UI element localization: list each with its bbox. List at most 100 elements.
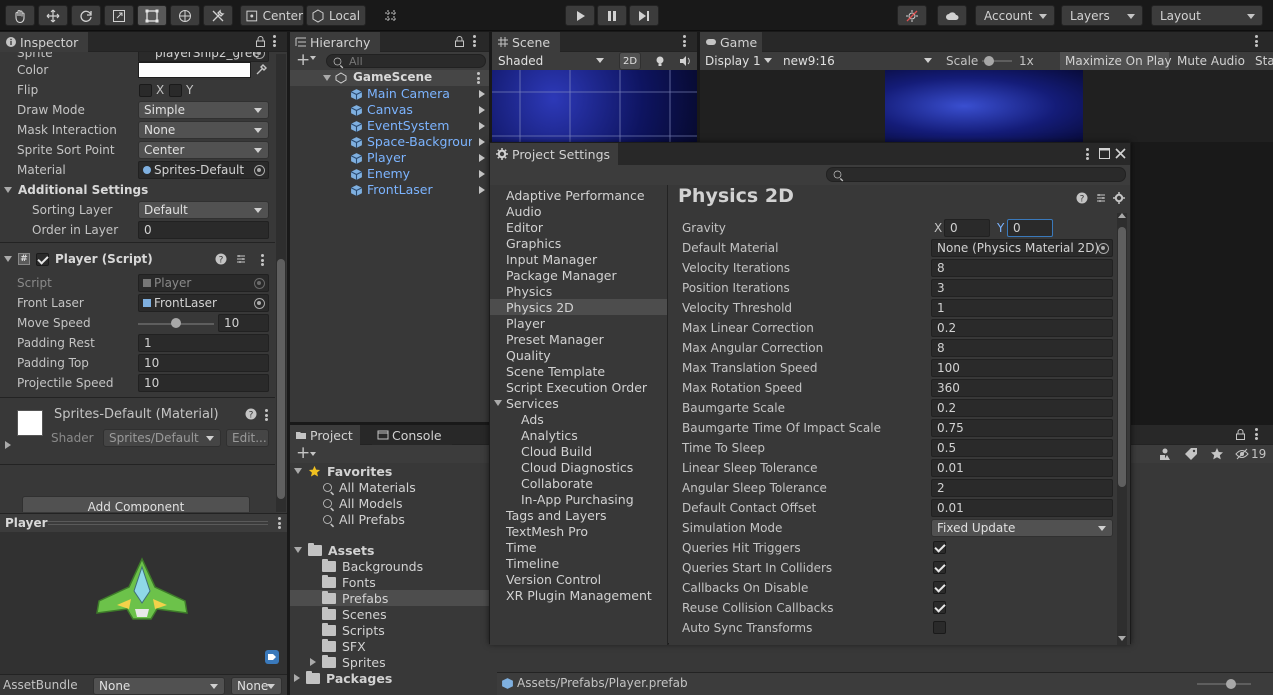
scroll-up-icon[interactable]	[1118, 213, 1126, 218]
object-picker-icon[interactable]	[1098, 243, 1109, 254]
more-menu-icon[interactable]	[472, 35, 476, 47]
tab-inspector[interactable]: Inspector	[0, 32, 88, 52]
folder-item[interactable]: Fonts	[290, 574, 495, 590]
label-tag-icon[interactable]	[265, 650, 279, 664]
more-menu-icon[interactable]	[682, 35, 686, 47]
hierarchy-item[interactable]: Enemy	[290, 166, 489, 182]
hierarchy-item[interactable]: Main Camera	[290, 86, 489, 102]
additional-settings-foldout[interactable]: Additional Settings	[4, 180, 148, 200]
mask-dropdown[interactable]: None	[138, 121, 269, 139]
help-icon[interactable]: ?	[245, 408, 257, 420]
draw-mode-dropdown[interactable]: Simple	[138, 101, 269, 119]
game-view[interactable]	[700, 70, 1273, 142]
cloud-icon[interactable]	[937, 5, 967, 26]
favorite-item[interactable]: All Materials	[322, 479, 416, 495]
script-enabled-checkbox[interactable]	[36, 252, 49, 266]
settings-category-item[interactable]: Timeline	[490, 555, 667, 571]
physics-property-field[interactable]: 0.5	[931, 439, 1113, 457]
sim-mode-dropdown[interactable]: Fixed Update	[931, 519, 1113, 537]
gear-icon[interactable]	[1113, 192, 1125, 204]
folder-item[interactable]: Scenes	[290, 606, 495, 622]
physics-property-field[interactable]: 360	[931, 379, 1113, 397]
settings-titlebar[interactable]: Project Settings	[490, 143, 1130, 165]
step-button[interactable]	[629, 5, 659, 26]
preview-menu-icon[interactable]	[277, 517, 281, 529]
add-icon[interactable]: +	[296, 50, 310, 70]
favorites-foldout[interactable]: Favorites	[294, 463, 392, 479]
settings-category-item[interactable]: Physics	[490, 283, 667, 299]
pivot-toggle[interactable]: Center	[240, 5, 304, 26]
scroll-down-icon[interactable]	[1118, 636, 1126, 641]
settings-category-item[interactable]: Editor	[490, 219, 667, 235]
folder-item[interactable]: Prefabs	[290, 590, 495, 606]
account-dropdown[interactable]: Account	[975, 5, 1055, 26]
physics-property-field[interactable]: 2	[931, 479, 1113, 497]
layers-dropdown[interactable]: Layers	[1061, 5, 1143, 26]
icon-size-slider[interactable]	[1197, 683, 1251, 685]
aspect-dropdown[interactable]: new9:16	[778, 52, 938, 70]
preset-icon[interactable]	[1095, 192, 1107, 204]
lock-icon[interactable]	[1236, 429, 1245, 440]
settings-category-item[interactable]: Tags and Layers	[490, 507, 667, 523]
display-dropdown[interactable]: Display 1	[700, 52, 778, 70]
scale-tool-icon[interactable]	[104, 5, 134, 26]
layout-dropdown[interactable]: Layout	[1151, 5, 1263, 26]
move-speed-field[interactable]: 10	[218, 314, 269, 332]
lock-icon[interactable]	[256, 36, 265, 47]
settings-category-item[interactable]: In-App Purchasing	[490, 491, 667, 507]
folder-item[interactable]: Scripts	[290, 622, 495, 638]
settings-category-item[interactable]: Audio	[490, 203, 667, 219]
physics-property-field[interactable]: 0.2	[931, 319, 1113, 337]
assetbundle-dropdown[interactable]: None	[93, 677, 225, 695]
folder-item[interactable]: Backgrounds	[290, 558, 495, 574]
hand-tool-icon[interactable]	[5, 5, 35, 26]
settings-category-item[interactable]: Graphics	[490, 235, 667, 251]
settings-category-item[interactable]: Services	[490, 395, 667, 411]
scene-menu-icon[interactable]	[476, 72, 480, 84]
search-by-type-icon[interactable]	[1158, 447, 1172, 461]
chevron-right-icon[interactable]	[479, 186, 485, 194]
settings-category-item[interactable]: Cloud Build	[490, 443, 667, 459]
eyedropper-icon[interactable]	[255, 64, 267, 76]
inspector-scrollbar[interactable]	[276, 54, 286, 512]
material-menu-icon[interactable]	[264, 409, 268, 421]
settings-category-item[interactable]: Physics 2D	[490, 299, 667, 315]
settings-category-item[interactable]: Package Manager	[490, 267, 667, 283]
lighting-icon[interactable]	[654, 55, 666, 67]
scene-view[interactable]	[492, 70, 697, 142]
physics-property-field[interactable]: 100	[931, 359, 1113, 377]
settings-search-input[interactable]	[826, 167, 1126, 182]
sorting-layer-dropdown[interactable]: Default	[138, 201, 269, 219]
settings-scrollbar[interactable]	[1117, 213, 1127, 645]
tab-project[interactable]: Project	[290, 425, 360, 445]
hierarchy-item[interactable]: Canvas	[290, 102, 489, 118]
object-picker-icon[interactable]	[254, 165, 265, 176]
space-toggle[interactable]: Local	[306, 5, 366, 26]
pause-button[interactable]	[597, 5, 627, 26]
hierarchy-search[interactable]: All	[326, 54, 486, 68]
settings-category-item[interactable]: Version Control	[490, 571, 667, 587]
physics-toggle-checkbox[interactable]	[933, 621, 946, 634]
color-swatch[interactable]	[138, 62, 251, 78]
sort-point-dropdown[interactable]: Center	[138, 141, 269, 159]
settings-category-item[interactable]: Script Execution Order	[490, 379, 667, 395]
settings-category-item[interactable]: Player	[490, 315, 667, 331]
hierarchy-item[interactable]: Space-Background	[290, 134, 489, 150]
stats-toggle[interactable]: Stats	[1250, 52, 1273, 70]
favorite-item[interactable]: All Models	[322, 495, 403, 511]
settings-category-item[interactable]: Time	[490, 539, 667, 555]
settings-category-item[interactable]: TextMesh Pro	[490, 523, 667, 539]
help-icon[interactable]: ?	[215, 253, 227, 265]
player-script-foldout[interactable]: # Player (Script)	[4, 249, 153, 269]
transform-tool-icon[interactable]	[170, 5, 200, 26]
physics-property-field[interactable]: 0.75	[931, 419, 1113, 437]
scene-root-row[interactable]: GameScene	[290, 70, 489, 86]
physics-property-field[interactable]: 0.01	[931, 499, 1113, 517]
close-icon[interactable]	[1115, 148, 1126, 159]
physics-property-field[interactable]: 1	[931, 299, 1113, 317]
add-component-button[interactable]: Add Component	[22, 496, 250, 512]
settings-category-item[interactable]: Quality	[490, 347, 667, 363]
gravity-x-field[interactable]: 0	[944, 219, 990, 237]
hierarchy-item[interactable]: EventSystem	[290, 118, 489, 134]
collab-icon[interactable]	[897, 5, 927, 26]
